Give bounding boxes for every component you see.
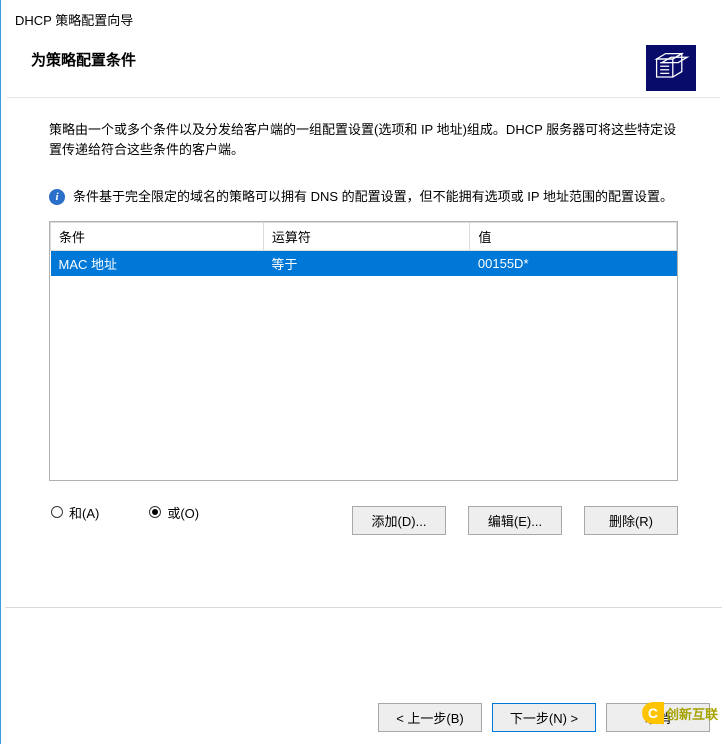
add-button[interactable]: 添加(D)... [352,506,446,535]
condition-button-row: 添加(D)... 编辑(E)... 删除(R) [1,506,726,547]
table-row[interactable]: MAC 地址 等于 00155D* [51,250,677,276]
wizard-header: 为策略配置条件 [1,35,726,97]
col-header-value[interactable]: 值 [470,222,677,250]
footer-divider [5,607,722,608]
next-button[interactable]: 下一步(N) > [492,703,596,732]
col-header-condition[interactable]: 条件 [51,222,264,250]
radio-and-dot [51,506,63,518]
radio-and-label: 和(A) [69,503,99,522]
dhcp-wizard-icon [646,45,696,91]
back-button[interactable]: < 上一步(B) [378,703,482,732]
cell-value: 00155D* [470,250,677,276]
cancel-button[interactable]: 取消 [606,703,710,732]
radio-and[interactable]: 和(A) [51,503,99,522]
table-header-row: 条件 运算符 值 [51,222,677,250]
page-title: 为策略配置条件 [31,45,136,70]
window-title: DHCP 策略配置向导 [1,0,726,35]
col-header-operator[interactable]: 运算符 [263,222,470,250]
radio-or-label: 或(O) [167,503,199,522]
radio-or[interactable]: 或(O) [149,503,199,522]
info-note: i 条件基于完全限定的域名的策略可以拥有 DNS 的配置设置，但不能拥有选项或 … [49,187,678,207]
delete-button[interactable]: 删除(R) [584,506,678,535]
conditions-table[interactable]: 条件 运算符 值 MAC 地址 等于 00155D* [49,221,678,481]
edit-button[interactable]: 编辑(E)... [468,506,562,535]
cell-condition: MAC 地址 [51,250,264,276]
info-icon: i [49,189,65,205]
description-text: 策略由一个或多个条件以及分发给客户端的一组配置设置(选项和 IP 地址)组成。D… [49,120,678,159]
wizard-footer: < 上一步(B) 下一步(N) > 取消 [1,691,726,744]
radio-or-dot [149,506,161,518]
cell-operator: 等于 [263,250,470,276]
info-text: 条件基于完全限定的域名的策略可以拥有 DNS 的配置设置，但不能拥有选项或 IP… [73,187,673,207]
wizard-body: 策略由一个或多个条件以及分发给客户端的一组配置设置(选项和 IP 地址)组成。D… [1,98,726,540]
